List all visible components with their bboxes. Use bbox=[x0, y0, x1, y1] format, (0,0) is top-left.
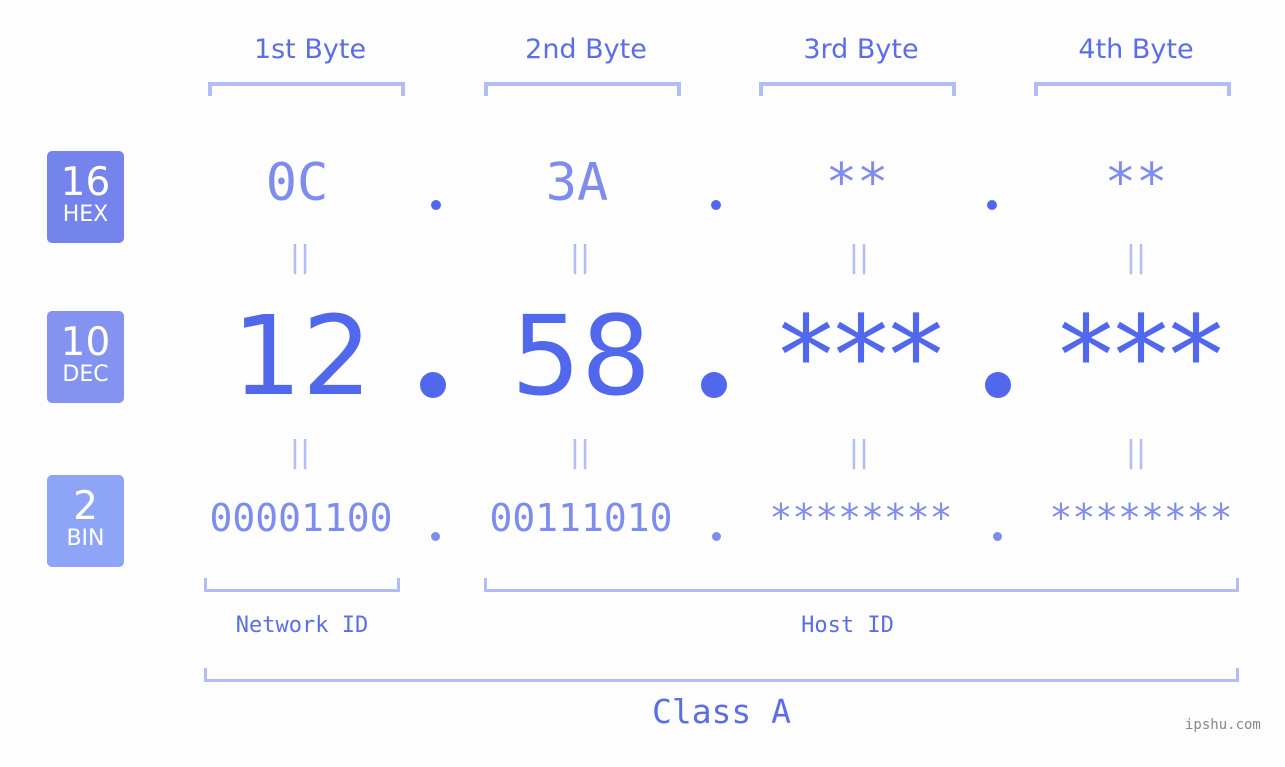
bin-badge: 2 BIN bbox=[47, 475, 124, 567]
class-bracket bbox=[204, 668, 1239, 682]
bin-separator-dot bbox=[431, 532, 440, 541]
equals-icon: || bbox=[569, 435, 591, 470]
byte-bracket-4 bbox=[1034, 82, 1231, 96]
dec-badge: 10 DEC bbox=[47, 311, 124, 403]
equals-icon: || bbox=[848, 240, 870, 275]
dec-separator-dot bbox=[420, 372, 446, 398]
equals-icon: || bbox=[289, 240, 311, 275]
bin-byte-3: ******** bbox=[769, 496, 953, 540]
hex-separator-dot bbox=[711, 200, 721, 210]
watermark: ipshu.com bbox=[1185, 717, 1261, 733]
network-id-bracket bbox=[204, 578, 400, 592]
bin-byte-2: 00111010 bbox=[489, 496, 673, 540]
bin-byte-1: 00001100 bbox=[209, 496, 393, 540]
bin-separator-dot bbox=[712, 532, 721, 541]
equals-icon: || bbox=[289, 435, 311, 470]
network-id-label: Network ID bbox=[235, 613, 369, 638]
equals-icon: || bbox=[848, 435, 870, 470]
dec-separator-dot bbox=[985, 372, 1011, 398]
hex-badge: 16 HEX bbox=[47, 151, 124, 243]
byte-header-1: 1st Byte bbox=[253, 34, 367, 65]
byte-bracket-1 bbox=[208, 82, 405, 96]
dec-byte-2: 58 bbox=[511, 292, 651, 420]
byte-bracket-2 bbox=[484, 82, 681, 96]
hex-badge-number: 16 bbox=[60, 160, 111, 205]
hex-separator-dot bbox=[431, 200, 441, 210]
dec-byte-4: *** bbox=[1058, 292, 1224, 420]
byte-header-2: 2nd Byte bbox=[525, 34, 647, 65]
hex-separator-dot bbox=[987, 200, 997, 210]
dec-separator-dot bbox=[701, 372, 727, 398]
bin-badge-label: BIN bbox=[66, 526, 105, 551]
byte-header-3: 3rd Byte bbox=[803, 34, 919, 65]
hex-badge-label: HEX bbox=[62, 202, 109, 227]
equals-icon: || bbox=[1125, 240, 1147, 275]
dec-badge-number: 10 bbox=[60, 320, 111, 365]
host-id-bracket bbox=[484, 578, 1239, 592]
dec-badge-label: DEC bbox=[62, 362, 109, 387]
equals-icon: || bbox=[1125, 435, 1147, 470]
bin-byte-4: ******** bbox=[1049, 496, 1233, 540]
hex-byte-2: 3A bbox=[545, 153, 609, 213]
bin-separator-dot bbox=[993, 532, 1002, 541]
byte-bracket-3 bbox=[759, 82, 956, 96]
byte-header-4: 4th Byte bbox=[1078, 34, 1194, 65]
dec-byte-3: *** bbox=[778, 292, 944, 420]
class-label: Class A bbox=[651, 692, 792, 731]
hex-byte-3: ** bbox=[825, 153, 889, 213]
host-id-label: Host ID bbox=[801, 613, 894, 638]
hex-byte-1: 0C bbox=[265, 153, 329, 213]
equals-icon: || bbox=[569, 240, 591, 275]
bin-badge-number: 2 bbox=[73, 484, 98, 529]
dec-byte-1: 12 bbox=[232, 292, 372, 420]
hex-byte-4: ** bbox=[1104, 153, 1168, 213]
